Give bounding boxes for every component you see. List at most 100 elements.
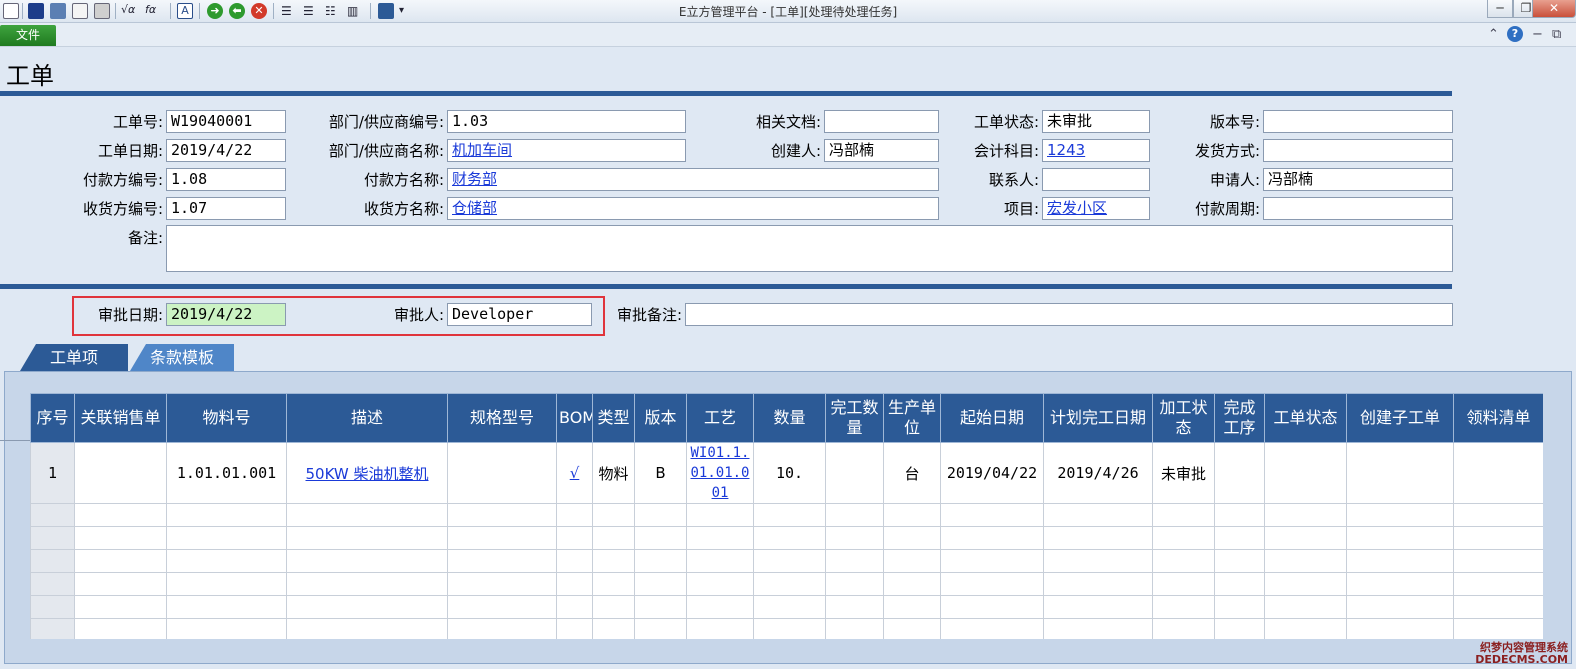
col-header-done-qty[interactable]: 完工数量 bbox=[825, 393, 884, 443]
pay-period-field[interactable] bbox=[1263, 197, 1453, 220]
applicant-label: 申请人: bbox=[1209, 171, 1260, 189]
col-header-unit[interactable]: 生产单位 bbox=[883, 393, 941, 443]
cell-quantity[interactable]: 10. bbox=[753, 442, 826, 504]
cell-done-qty[interactable] bbox=[825, 442, 884, 504]
project-label: 项目: bbox=[1003, 200, 1039, 218]
cell-version[interactable]: B bbox=[634, 442, 687, 504]
payer-name-field[interactable]: 财务部 bbox=[447, 168, 939, 191]
col-header-order-status[interactable]: 工单状态 bbox=[1264, 393, 1347, 443]
cell-sales-order[interactable] bbox=[74, 442, 167, 504]
empty-row[interactable] bbox=[30, 595, 1543, 619]
mdi-minimize-icon[interactable]: − bbox=[1532, 27, 1543, 42]
cell-type[interactable]: 物料 bbox=[592, 442, 635, 504]
table-row[interactable]: 1 1.01.01.001 50KW 柴油机整机 √ 物料 B WI01.1.0… bbox=[30, 442, 1543, 504]
close-button[interactable]: ✕ bbox=[1532, 0, 1576, 18]
payer-name-link[interactable]: 财务部 bbox=[452, 170, 497, 188]
order-date-field[interactable]: 2019/4/22 bbox=[166, 139, 286, 162]
page-title: 工单 bbox=[6, 62, 54, 90]
col-header-material-no[interactable]: 物料号 bbox=[166, 393, 287, 443]
dept-name-link[interactable]: 机加车间 bbox=[452, 141, 512, 159]
related-doc-label: 相关文档: bbox=[755, 113, 821, 131]
cell-pick-list[interactable] bbox=[1453, 442, 1543, 504]
version-field[interactable] bbox=[1263, 110, 1453, 133]
order-status-field[interactable]: 未审批 bbox=[1042, 110, 1150, 133]
mdi-restore-icon[interactable]: ⧉ bbox=[1552, 27, 1561, 42]
cell-spec[interactable] bbox=[447, 442, 557, 504]
approval-divider bbox=[0, 284, 1452, 289]
cell-material-no[interactable]: 1.01.01.001 bbox=[166, 442, 287, 504]
col-header-done-step[interactable]: 完成工序 bbox=[1214, 393, 1265, 443]
empty-row[interactable] bbox=[30, 503, 1543, 527]
dept-code-field[interactable]: 1.03 bbox=[447, 110, 686, 133]
ship-method-field[interactable] bbox=[1263, 139, 1453, 162]
cell-unit[interactable]: 台 bbox=[883, 442, 941, 504]
col-header-spec[interactable]: 规格型号 bbox=[447, 393, 557, 443]
order-no-field[interactable]: W19040001 bbox=[166, 110, 286, 133]
col-header-quantity[interactable]: 数量 bbox=[753, 393, 826, 443]
help-icon[interactable]: ? bbox=[1507, 26, 1523, 42]
account-link[interactable]: 1243 bbox=[1047, 141, 1085, 159]
project-field[interactable]: 宏发小区 bbox=[1042, 197, 1150, 220]
cell-plan-date[interactable]: 2019/4/26 bbox=[1043, 442, 1153, 504]
cell-start-date[interactable]: 2019/04/22 bbox=[940, 442, 1044, 504]
remark-field[interactable] bbox=[166, 225, 1453, 272]
dept-name-field[interactable]: 机加车间 bbox=[447, 139, 686, 162]
title-bar: √α fα A ➜ ⬅ ✕ ☰ ☰ ☷ ▥ ▾ E立方管理平台 - [工单][处… bbox=[0, 0, 1576, 23]
col-header-pick-list[interactable]: 领料清单 bbox=[1453, 393, 1543, 443]
collapse-ribbon-icon[interactable]: ⌃ bbox=[1488, 27, 1499, 42]
cell-create-sub[interactable] bbox=[1346, 442, 1454, 504]
col-header-process-status[interactable]: 加工状态 bbox=[1152, 393, 1215, 443]
col-header-create-sub[interactable]: 创建子工单 bbox=[1346, 393, 1454, 443]
empty-row[interactable] bbox=[30, 618, 1543, 639]
receiver-code-field[interactable]: 1.07 bbox=[166, 197, 286, 220]
cell-craft[interactable]: WI01.1.01.01.001 bbox=[686, 442, 754, 504]
empty-row[interactable] bbox=[30, 549, 1543, 573]
col-header-bom[interactable]: BOM bbox=[556, 393, 593, 443]
col-header-description[interactable]: 描述 bbox=[286, 393, 448, 443]
col-header-plan-date[interactable]: 计划完工日期 bbox=[1043, 393, 1153, 443]
version-label: 版本号: bbox=[1209, 113, 1260, 131]
approver-field[interactable]: Developer bbox=[447, 303, 592, 326]
applicant-field[interactable]: 冯部楠 bbox=[1263, 168, 1453, 191]
col-header-craft[interactable]: 工艺 bbox=[686, 393, 754, 443]
account-label: 会计科目: bbox=[973, 142, 1039, 160]
cell-bom[interactable]: √ bbox=[556, 442, 593, 504]
cell-process-status[interactable]: 未审批 bbox=[1152, 442, 1215, 504]
payer-code-label: 付款方编号: bbox=[82, 171, 163, 189]
tab-order-items[interactable]: 工单项 bbox=[20, 344, 128, 371]
file-menu[interactable]: 文件 bbox=[0, 25, 56, 46]
col-header-sales-order[interactable]: 关联销售单 bbox=[74, 393, 167, 443]
tab-terms-template[interactable]: 条款模板 bbox=[130, 344, 234, 371]
col-header-seq[interactable]: 序号 bbox=[30, 393, 75, 443]
payer-code-field[interactable]: 1.08 bbox=[166, 168, 286, 191]
col-header-type[interactable]: 类型 bbox=[592, 393, 635, 443]
account-field[interactable]: 1243 bbox=[1042, 139, 1150, 162]
col-header-start-date[interactable]: 起始日期 bbox=[940, 393, 1044, 443]
receiver-name-link[interactable]: 仓储部 bbox=[452, 199, 497, 217]
empty-row[interactable] bbox=[30, 572, 1543, 596]
cell-done-step[interactable] bbox=[1214, 442, 1265, 504]
approval-remark-field[interactable] bbox=[685, 303, 1453, 326]
approval-remark-label: 审批备注: bbox=[616, 306, 682, 324]
project-link[interactable]: 宏发小区 bbox=[1047, 199, 1107, 217]
approval-date-field[interactable]: 2019/4/22 bbox=[166, 303, 286, 326]
bom-link[interactable]: √ bbox=[570, 464, 580, 482]
description-link[interactable]: 50KW 柴油机整机 bbox=[306, 465, 429, 483]
pay-period-label: 付款周期: bbox=[1194, 200, 1260, 218]
window-title: E立方管理平台 - [工单][处理待处理任务] bbox=[678, 5, 898, 19]
empty-row[interactable] bbox=[30, 526, 1543, 550]
cell-description[interactable]: 50KW 柴油机整机 bbox=[286, 442, 448, 504]
receiver-name-field[interactable]: 仓储部 bbox=[447, 197, 939, 220]
cell-order-status[interactable] bbox=[1264, 442, 1347, 504]
menu-bar: 文件 ⌃ ? − ⧉ bbox=[0, 23, 1576, 47]
minimize-button[interactable]: ─ bbox=[1487, 0, 1513, 18]
craft-link[interactable]: WI01.1.01.01.001 bbox=[688, 444, 753, 503]
contact-field[interactable] bbox=[1042, 168, 1150, 191]
order-items-grid: 序号 关联销售单 物料号 描述 规格型号 BOM 类型 版本 工艺 数量 完工数… bbox=[30, 393, 1543, 639]
payer-name-label: 付款方名称: bbox=[363, 171, 444, 189]
approver-label: 审批人: bbox=[393, 306, 444, 324]
related-doc-field[interactable] bbox=[824, 110, 939, 133]
col-header-version[interactable]: 版本 bbox=[634, 393, 687, 443]
creator-field[interactable]: 冯部楠 bbox=[824, 139, 939, 162]
cell-seq: 1 bbox=[30, 442, 75, 504]
